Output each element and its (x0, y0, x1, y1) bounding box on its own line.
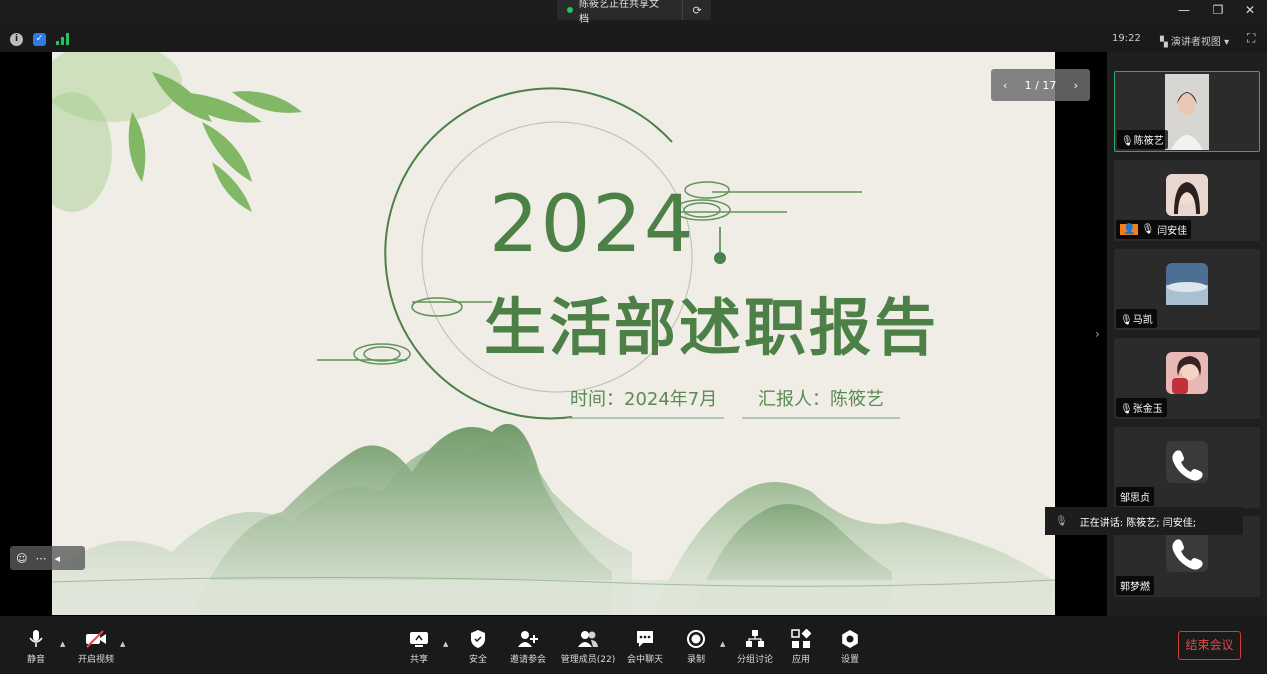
avatar (1166, 352, 1208, 394)
participant-tile[interactable]: 🎙陈筱艺 (1114, 71, 1260, 152)
info-icon[interactable]: i (10, 33, 23, 46)
video-options-caret-icon[interactable]: ▲ (120, 640, 125, 648)
slide-year: 2024 (489, 180, 696, 270)
add-user-icon (518, 631, 538, 647)
meeting-clock: 19:22 (1112, 33, 1141, 44)
layout-icon: ▚ (1160, 37, 1168, 48)
collapse-left-icon[interactable]: ◂ (54, 552, 60, 565)
live-dot-icon (567, 7, 573, 13)
sharing-status-text: 陈筱艺正在共享文档 (578, 0, 659, 25)
slide-title: 生活部述职报告 (484, 291, 940, 364)
more-icon[interactable]: ⋯ (35, 552, 46, 565)
share-label: 共享 (409, 655, 428, 665)
participant-name: 🎙马凯 (1116, 309, 1157, 328)
microphone-icon: 🎙 (1055, 515, 1068, 527)
chat-icon (637, 631, 653, 647)
start-video-label: 开启视频 (77, 655, 114, 665)
apps-icon (791, 629, 811, 648)
participant-name: 邹思贞 (1116, 487, 1154, 506)
slide-time-line: 时间：2024年7月 (570, 389, 718, 410)
emoji-icon[interactable]: ☺ (16, 552, 27, 565)
speaking-indicator: 🎙 正在讲话: 陈筱艺; 闫安佳; (1045, 507, 1243, 535)
fullscreen-icon[interactable]: ⛶ (1247, 31, 1255, 46)
view-mode-button[interactable]: ▚ 演讲者视图 ▾ (1160, 33, 1229, 48)
microphone-icon: 🎙 (1121, 136, 1134, 147)
participant-name: 郭梦燃 (1116, 576, 1154, 595)
slide-reporter-line: 汇报人：陈筱艺 (758, 389, 884, 410)
settings-button[interactable]: 设置 (820, 629, 880, 665)
sync-icon[interactable]: ⟳ (683, 4, 711, 17)
invite-button[interactable]: 邀请参会 (498, 629, 558, 665)
chevron-down-icon: ▾ (1224, 37, 1230, 48)
mute-label: 静音 (26, 655, 45, 665)
phone-call-icon (1166, 441, 1208, 483)
participant-name: 🎙张金玉 (1116, 398, 1167, 417)
participant-video (1165, 74, 1209, 150)
breakout-rooms-icon (746, 630, 764, 647)
restore-icon[interactable]: ❐ (1208, 3, 1228, 17)
avatar (1166, 174, 1208, 216)
muted-mic-icon: 🎙 (1120, 315, 1133, 326)
shared-slide: 2024 生活部述职报告 时间：2024年7月 汇报人：陈筱艺 (52, 52, 1055, 615)
settings-label: 设置 (840, 655, 859, 665)
avatar (1166, 263, 1208, 305)
view-mode-label: 演讲者视图 (1170, 37, 1221, 48)
participant-tile[interactable]: 👤 🎙 闫安佳 (1114, 160, 1260, 241)
collapse-panel-icon[interactable]: › (1095, 327, 1100, 341)
participants-icon (578, 631, 598, 647)
minimize-icon[interactable]: — (1174, 3, 1194, 17)
end-meeting-button[interactable]: 结束会议 (1178, 631, 1241, 660)
mute-button[interactable]: 静音 (6, 629, 66, 665)
mountains-decoration (52, 423, 1055, 615)
close-icon[interactable]: ✕ (1240, 3, 1260, 17)
start-video-button[interactable]: 开启视频 (66, 629, 126, 665)
participant-tile[interactable]: 🎙张金玉 (1114, 338, 1260, 419)
next-page-icon[interactable]: › (1074, 79, 1078, 92)
record-button[interactable]: 录制 (666, 629, 726, 665)
host-badge-icon: 👤 (1120, 224, 1139, 235)
shield-icon[interactable]: ✓ (33, 33, 46, 46)
bamboo-leaves-decoration (52, 52, 302, 212)
speaking-text: 正在讲话: 陈筱艺; 闫安佳; (1079, 517, 1197, 529)
manage-participants-label: 管理成员(22) (560, 655, 616, 665)
status-bar: i ✓ 19:22 ▚ 演讲者视图 ▾ ⛶ (0, 26, 1267, 52)
microphone-icon: 🎙 (1141, 224, 1155, 235)
video-off-icon (86, 630, 106, 648)
participant-name: 👤 🎙 闫安佳 (1116, 220, 1192, 239)
invite-label: 邀请参会 (509, 655, 546, 665)
title-bar: 陈筱艺正在共享文档 ⟳ — ❐ ✕ (0, 0, 1267, 26)
participant-tile[interactable]: 邹思贞 (1114, 427, 1260, 508)
participant-name: 🎙陈筱艺 (1117, 130, 1168, 149)
record-icon (687, 630, 705, 648)
prev-page-icon[interactable]: ‹ (1003, 79, 1007, 92)
page-indicator: 1 / 17 (1024, 78, 1057, 92)
shield-icon (471, 630, 485, 648)
meeting-toolbar: 静音 ▲ 开启视频 ▲ 共享 ▲ 安全 邀请参会 管理成员(22) 会中聊天 录… (0, 616, 1267, 674)
participant-tile[interactable]: 🎙马凯 (1114, 249, 1260, 330)
muted-mic-icon: 🎙 (1120, 404, 1133, 415)
signal-icon[interactable] (56, 33, 69, 45)
slide-page-navigator: ‹ 1 / 17 › (991, 69, 1090, 101)
record-label: 录制 (686, 655, 705, 665)
manage-participants-button[interactable]: 管理成员(22) (556, 629, 620, 665)
phone-call-icon (1166, 530, 1208, 572)
sharing-status-pill[interactable]: 陈筱艺正在共享文档 ⟳ (557, 0, 711, 25)
share-button[interactable]: 共享 (389, 629, 449, 665)
audio-options-caret-icon[interactable]: ▲ (60, 640, 65, 648)
share-screen-icon (410, 632, 428, 647)
gear-icon (842, 630, 858, 648)
reaction-bar: ☺ ⋯ ◂ (10, 546, 85, 570)
microphone-icon (29, 630, 43, 647)
